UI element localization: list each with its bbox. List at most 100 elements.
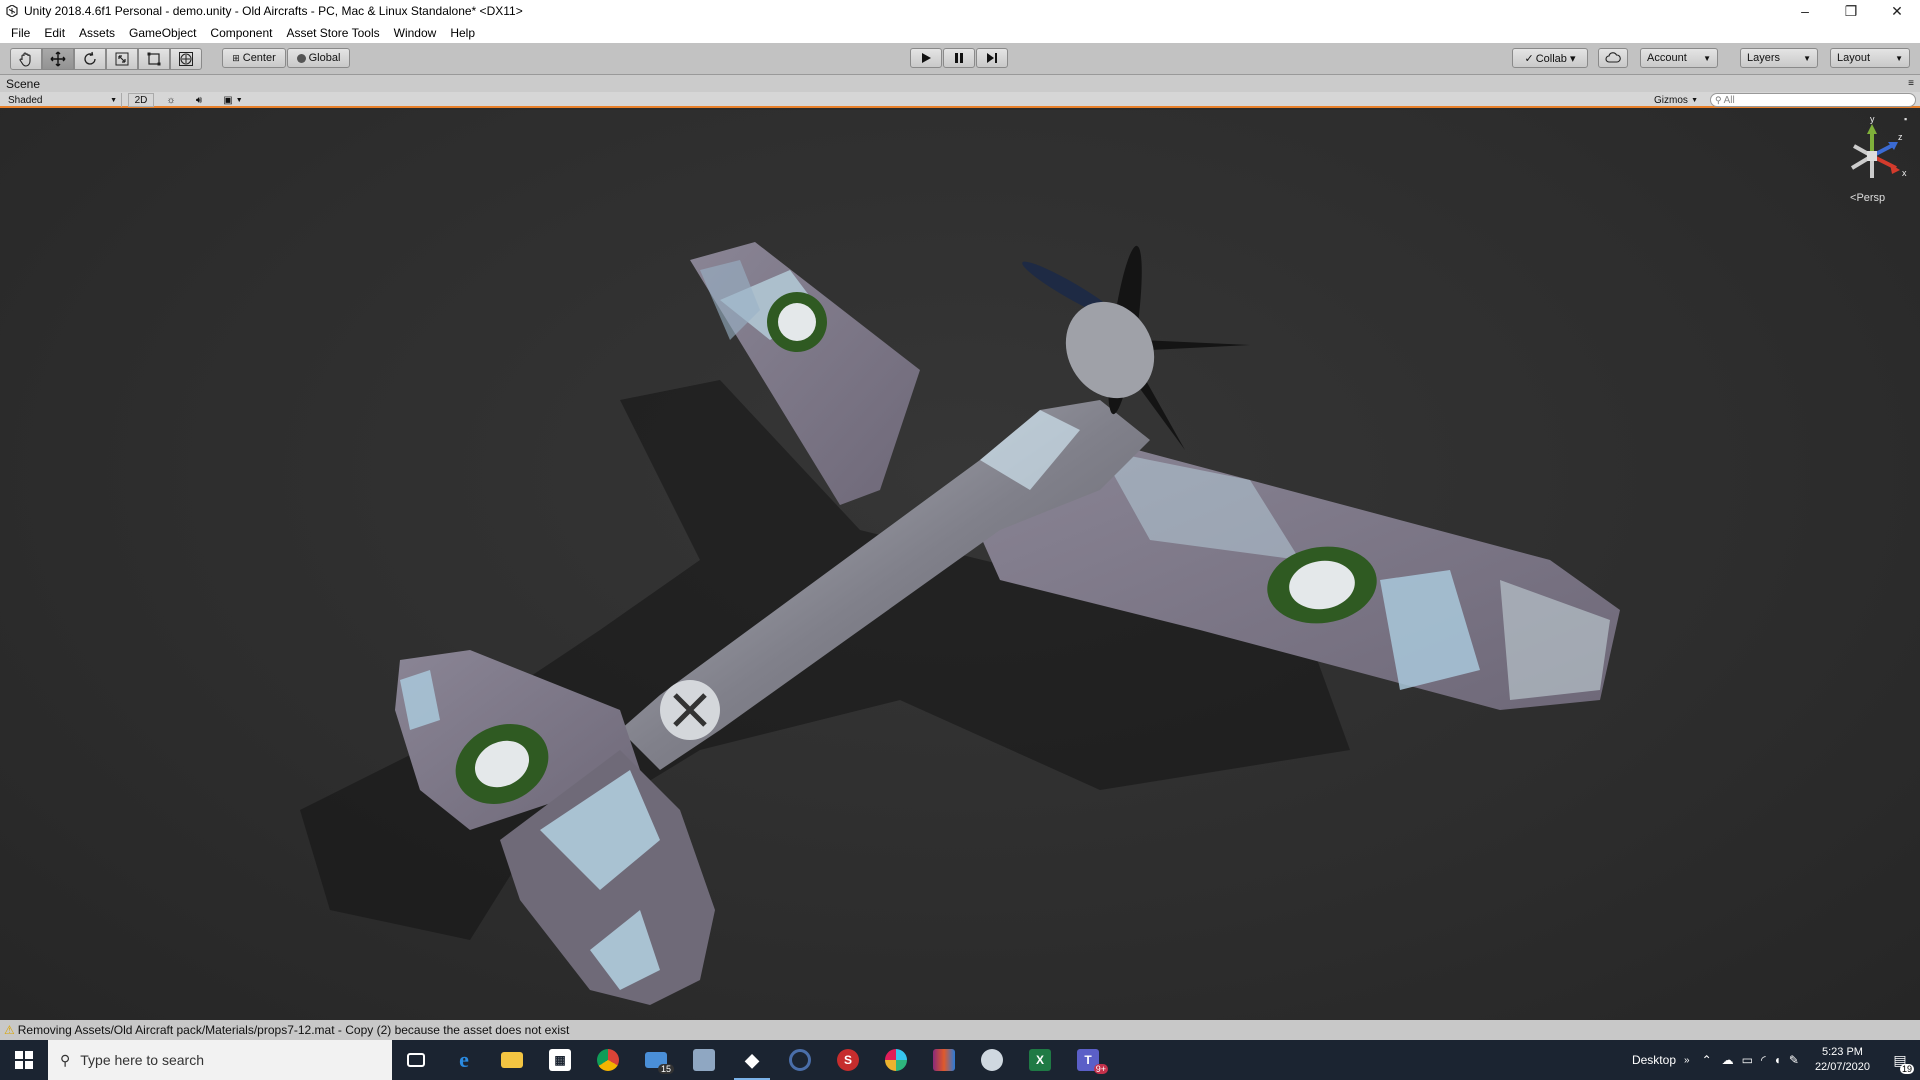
onedrive-icon[interactable]: ☁ [1722,1053,1734,1067]
unity-icon: ◆ [745,1049,759,1070]
pause-icon [955,53,963,63]
lighting-toggle[interactable]: ☼ [160,93,182,107]
pause-button[interactable] [943,48,975,68]
mail-app[interactable]: 15 [632,1040,680,1080]
play-button[interactable] [910,48,942,68]
slack-app[interactable] [872,1040,920,1080]
store-app[interactable]: ▦ [536,1040,584,1080]
maximize-button[interactable]: ❐ [1828,0,1874,22]
projection-toggle[interactable]: <Persp [1850,192,1885,204]
menu-edit[interactable]: Edit [37,26,72,40]
globe-icon [296,53,306,63]
mode-2d-toggle[interactable]: 2D [128,93,154,107]
layers-dropdown[interactable]: Layers ▼ [1740,48,1818,68]
collab-dropdown[interactable]: ✓ Collab ▾ [1512,48,1588,68]
lock-icon[interactable]: ▪ [1904,114,1907,124]
teams-app[interactable]: T 9+ [1064,1040,1112,1080]
scale-icon [115,52,129,66]
orientation-gizmo[interactable]: y z x ▪ <Persp [1840,114,1910,210]
wifi-icon[interactable]: ◜ [1761,1053,1766,1067]
rect-tool-icon [147,52,161,66]
paint-app[interactable] [968,1040,1016,1080]
start-button[interactable] [0,1040,48,1080]
chevron-up-icon[interactable]: ⌃ [1702,1053,1712,1067]
audio-toggle[interactable]: 🔊︎ [188,93,210,107]
volume-icon[interactable]: ◖ [1774,1053,1781,1067]
scale-tool-button[interactable] [106,48,138,70]
chrome-app[interactable] [584,1040,632,1080]
chrome-icon [597,1049,619,1071]
menu-component[interactable]: Component [203,26,279,40]
task-view-button[interactable] [392,1040,440,1080]
chevron-down-icon: ▼ [1803,53,1811,63]
task-view-icon [407,1053,425,1067]
shading-mode-dropdown[interactable]: Shaded ▼ [4,93,122,107]
check-icon: ✓ [1524,52,1534,65]
battery-icon[interactable]: ▭ [1742,1053,1753,1067]
scene-viewport[interactable]: y z x ▪ <Persp [0,110,1920,1020]
hand-tool-button[interactable] [10,48,42,70]
cortana-app[interactable] [776,1040,824,1080]
layout-dropdown[interactable]: Layout ▼ [1830,48,1910,68]
play-icon [922,53,931,63]
file-explorer-app[interactable] [488,1040,536,1080]
chevron-down-icon: ▼ [1895,53,1903,63]
archive-icon [933,1049,955,1071]
search-icon: ⚲ [60,1051,71,1068]
scene-search-input[interactable]: ⚲ All [1710,93,1916,107]
palette-icon [981,1049,1003,1071]
desktop-toolbar-label[interactable]: Desktop [1632,1053,1676,1067]
slack-icon [885,1049,907,1071]
close-button[interactable]: ✕ [1874,0,1920,22]
speaker-icon: 🔊︎ [195,94,203,106]
menu-gameobject[interactable]: GameObject [122,26,203,40]
minimize-button[interactable]: – [1782,0,1828,22]
menu-assets[interactable]: Assets [72,26,122,40]
account-dropdown[interactable]: Account ▼ [1640,48,1718,68]
clock[interactable]: 5:23 PM 22/07/2020 [1815,1045,1870,1075]
edge-app[interactable]: e [440,1040,488,1080]
notification-center-button[interactable]: ▤ 19 [1880,1040,1920,1080]
excel-app[interactable]: X [1016,1040,1064,1080]
scene-search-placeholder: All [1723,94,1735,106]
image-icon: ▣ [223,94,233,106]
menu-asset-store-tools[interactable]: Asset Store Tools [279,26,386,40]
axis-gizmo-icon [1850,124,1900,178]
step-button[interactable] [976,48,1008,68]
transform-tool-button[interactable] [170,48,202,70]
teams-badge: 9+ [1093,1064,1108,1074]
cloud-icon [1605,52,1621,63]
taskbar-search-input[interactable]: ⚲ Type here to search [48,1040,392,1080]
console-status-bar[interactable]: ⚠ Removing Assets/Old Aircraft pack/Mate… [0,1020,1920,1040]
windows-taskbar: ⚲ Type here to search e ▦ 15 ◆ S X T 9+ … [0,1040,1920,1080]
search-icon: ⚲ [1715,94,1722,105]
unity-logo-icon [4,3,20,19]
rotate-tool-button[interactable] [74,48,106,70]
gizmos-dropdown[interactable]: Gizmos ▼ [1650,93,1702,107]
unity-app[interactable]: ◆ [728,1040,776,1080]
menu-file[interactable]: File [4,26,37,40]
menu-window[interactable]: Window [387,26,444,40]
tab-scene[interactable]: Scene [6,77,40,91]
account-label: Account [1647,52,1687,64]
effects-dropdown[interactable]: ▣ ▼ [216,93,250,107]
rect-tool-button[interactable] [138,48,170,70]
move-tool-button[interactable] [42,48,74,70]
pivot-icon: ⊞ [232,52,240,63]
remote-desktop-app[interactable] [680,1040,728,1080]
menu-help[interactable]: Help [443,26,482,40]
space-global-toggle[interactable]: Global [287,48,350,68]
store-icon: ▦ [549,1049,571,1071]
double-chevron-icon[interactable]: » [1684,1055,1690,1066]
winrar-app[interactable] [920,1040,968,1080]
sun-icon: ☼ [166,94,176,106]
scene-tab-header: Scene ≡ [0,75,1920,92]
cloud-button[interactable] [1598,48,1628,68]
pen-icon[interactable]: ✎ [1789,1053,1799,1067]
tab-menu-icon[interactable]: ≡ [1908,78,1914,89]
pivot-center-toggle[interactable]: ⊞ Center [222,48,286,68]
s-app[interactable]: S [824,1040,872,1080]
mode-2d-label: 2D [134,94,148,106]
collab-label: Collab ▾ [1535,52,1576,65]
excel-icon: X [1029,1049,1051,1071]
